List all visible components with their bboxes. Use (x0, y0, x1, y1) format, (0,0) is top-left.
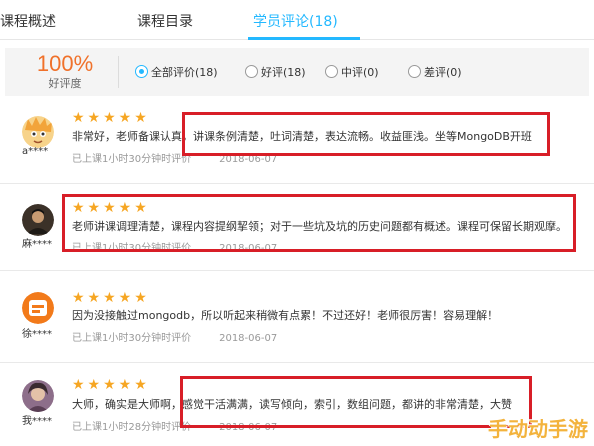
cartoon-avatar-icon (22, 116, 54, 148)
avatar (22, 204, 54, 236)
review-text: 非常好，老师备课认真，讲课条例清楚，吐词清楚，表达流畅。收益匪浅。坐等Mongo… (72, 130, 532, 143)
study-time: 已上课1小时28分钟时评价 (72, 422, 192, 433)
tab-overview[interactable]: 课程概述 (0, 11, 56, 31)
site-watermark: 手动动手游 (488, 417, 588, 441)
radio-icon (135, 65, 148, 78)
review-text: 老师讲课调理清楚，课程内容提纲挈领；对于一些坑及坑的历史问题都有概述。课程可保留… (72, 220, 567, 233)
score-block: 100% 好评度 (25, 51, 105, 91)
review-date: 2018-06-07 (219, 333, 278, 344)
review-date: 2018-06-07 (219, 422, 278, 433)
positive-rate-label: 好评度 (48, 77, 82, 90)
radio-icon (325, 65, 338, 78)
filter-all[interactable]: 全部评价(18) (135, 64, 218, 80)
reviewer-name: 徐**** (22, 329, 52, 340)
star-rating: ★★★★★ (72, 377, 150, 393)
review-meta: 已上课1小时30分钟时评价 2018-06-07 (72, 333, 277, 345)
review-divider (0, 362, 594, 363)
star-rating: ★★★★★ (72, 200, 150, 216)
study-time: 已上课1小时30分钟时评价 (72, 243, 192, 254)
filter-neutral[interactable]: 中评(0) (325, 64, 379, 80)
filter-good-label: 好评(18) (261, 66, 306, 79)
filter-bad-label: 差评(0) (424, 66, 462, 79)
reviewer-name: a**** (22, 146, 49, 157)
tab-catalog[interactable]: 课程目录 (137, 11, 193, 31)
rating-summary: 100% 好评度 全部评价(18) 好评(18) 中评(0) 差评(0) (5, 48, 589, 96)
filter-bad[interactable]: 差评(0) (408, 64, 462, 80)
photo-avatar-icon (22, 380, 54, 412)
star-rating: ★★★★★ (72, 110, 150, 126)
avatar (22, 380, 54, 412)
avatar (22, 116, 54, 148)
review-text: 因为没接触过mongodb，所以听起来稍微有点累！不过还好！老师很厉害！容易理解… (72, 309, 499, 322)
review-meta: 已上课1小时30分钟时评价 2018-06-07 (72, 154, 277, 166)
review-text: 大师，确实是大师啊，感觉干活满满，读写倾向，索引，数组问题，都讲的非常清楚，大赞 (72, 398, 512, 411)
active-tab-indicator (248, 37, 360, 40)
study-time: 已上课1小时30分钟时评价 (72, 333, 192, 344)
course-tabs: 课程概述 课程目录 学员评论(18) (0, 0, 594, 40)
radio-icon (245, 65, 258, 78)
filter-good[interactable]: 好评(18) (245, 64, 306, 80)
filter-all-label: 全部评价(18) (151, 66, 218, 79)
filter-neutral-label: 中评(0) (341, 66, 379, 79)
review-meta: 已上课1小时30分钟时评价 2018-06-07 (72, 243, 277, 255)
reviewer-name: 我**** (22, 416, 52, 427)
review-meta: 已上课1小时28分钟时评价 2018-06-07 (72, 422, 277, 434)
tab-reviews[interactable]: 学员评论(18) (253, 11, 338, 31)
review-date: 2018-06-07 (219, 154, 278, 165)
positive-rate: 100% (36, 51, 94, 76)
star-rating: ★★★★★ (72, 290, 150, 306)
photo-avatar-icon (22, 204, 54, 236)
summary-divider (118, 56, 119, 88)
review-divider (0, 270, 594, 271)
review-divider (0, 183, 594, 184)
radio-icon (408, 65, 421, 78)
study-time: 已上课1小时30分钟时评价 (72, 154, 192, 165)
avatar (22, 292, 54, 324)
reviewer-name: 麻**** (22, 239, 52, 250)
logo-avatar-icon (22, 292, 54, 324)
review-date: 2018-06-07 (219, 243, 278, 254)
